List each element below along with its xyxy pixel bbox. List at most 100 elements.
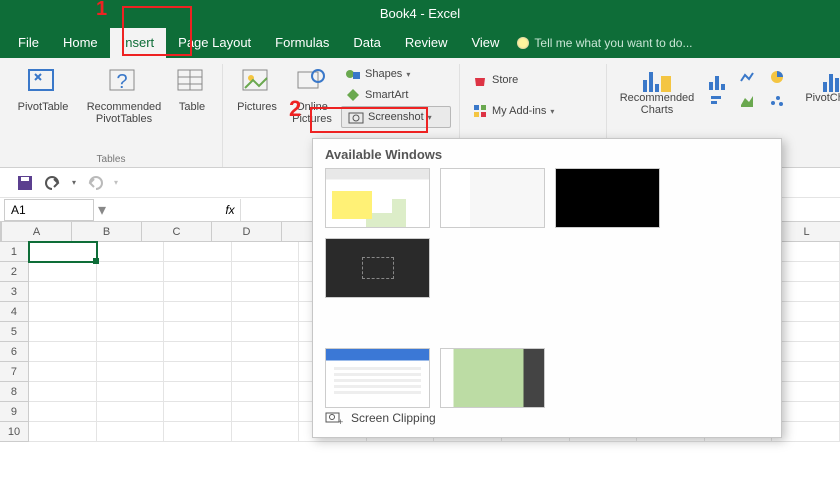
window-thumb[interactable] (325, 168, 430, 228)
cell-C8[interactable] (164, 382, 232, 402)
cell-C5[interactable] (164, 322, 232, 342)
window-thumb[interactable] (325, 348, 430, 408)
cell-C4[interactable] (164, 302, 232, 322)
cell-L4[interactable] (772, 302, 840, 322)
row-head-1[interactable]: 1 (0, 242, 29, 262)
smartart-button[interactable]: SmartArt (341, 85, 451, 105)
cell-B3[interactable] (97, 282, 165, 302)
cell-A3[interactable] (29, 282, 97, 302)
undo-dropdown-icon[interactable]: ▾ (72, 178, 76, 187)
tab-page-layout[interactable]: Page Layout (166, 28, 263, 58)
col-head-B[interactable]: B (72, 222, 142, 242)
col-head-A[interactable]: A (2, 222, 72, 242)
cell-B9[interactable] (97, 402, 165, 422)
cell-D7[interactable] (232, 362, 300, 382)
cell-C6[interactable] (164, 342, 232, 362)
cell-B6[interactable] (97, 342, 165, 362)
tab-home[interactable]: Home (51, 28, 110, 58)
row-head-2[interactable]: 2 (0, 262, 29, 282)
cell-L3[interactable] (772, 282, 840, 302)
cell-B2[interactable] (97, 262, 165, 282)
chart-hbar-button[interactable] (705, 90, 733, 112)
row-head-9[interactable]: 9 (0, 402, 29, 422)
cell-D2[interactable] (232, 262, 300, 282)
save-icon[interactable] (16, 174, 34, 192)
cell-A4[interactable] (29, 302, 97, 322)
online-pictures-button[interactable]: Online Pictures (285, 64, 339, 128)
cell-A5[interactable] (29, 322, 97, 342)
cell-B8[interactable] (97, 382, 165, 402)
tab-data[interactable]: Data (341, 28, 392, 58)
cell-L8[interactable] (772, 382, 840, 402)
recommended-charts-button[interactable]: Recommended Charts (615, 64, 699, 118)
chart-line-button[interactable] (735, 66, 763, 88)
cell-A7[interactable] (29, 362, 97, 382)
chart-bar-button[interactable] (705, 66, 733, 88)
cell-L10[interactable] (772, 422, 840, 442)
cell-D4[interactable] (232, 302, 300, 322)
cell-A2[interactable] (29, 262, 97, 282)
cell-C2[interactable] (164, 262, 232, 282)
chart-area-button[interactable] (735, 90, 763, 112)
cell-L9[interactable] (772, 402, 840, 422)
screen-clipping-button[interactable]: + Screen Clipping (325, 409, 436, 427)
cell-D5[interactable] (232, 322, 300, 342)
cell-D10[interactable] (232, 422, 300, 442)
redo-icon[interactable] (86, 174, 104, 192)
name-box-dropdown-icon[interactable]: ▾ (94, 200, 110, 220)
cell-C1[interactable] (164, 242, 232, 262)
window-thumb[interactable] (555, 168, 660, 228)
cell-B4[interactable] (97, 302, 165, 322)
pictures-button[interactable]: Pictures (231, 64, 283, 128)
myaddins-button[interactable]: My Add-ins▾ (468, 101, 598, 121)
cell-L7[interactable] (772, 362, 840, 382)
cell-B5[interactable] (97, 322, 165, 342)
store-button[interactable]: Store (468, 70, 598, 90)
cell-A8[interactable] (29, 382, 97, 402)
tab-formulas[interactable]: Formulas (263, 28, 341, 58)
redo-dropdown-icon[interactable]: ▾ (114, 178, 118, 187)
recommended-pivottables-button[interactable]: ? Recommended PivotTables (80, 64, 168, 127)
tab-view[interactable]: View (459, 28, 511, 58)
undo-icon[interactable] (44, 174, 62, 192)
cell-C9[interactable] (164, 402, 232, 422)
cell-D6[interactable] (232, 342, 300, 362)
row-head-10[interactable]: 10 (0, 422, 29, 442)
screenshot-button[interactable]: Screenshot▾ (341, 106, 451, 128)
cell-B10[interactable] (97, 422, 165, 442)
cell-C7[interactable] (164, 362, 232, 382)
cell-C3[interactable] (164, 282, 232, 302)
cell-L2[interactable] (772, 262, 840, 282)
cell-A1[interactable] (29, 242, 97, 262)
col-head-C[interactable]: C (142, 222, 212, 242)
chart-scatter-button[interactable] (765, 90, 793, 112)
cell-B7[interactable] (97, 362, 165, 382)
row-head-7[interactable]: 7 (0, 362, 29, 382)
chart-pie-button[interactable] (765, 66, 793, 88)
row-head-8[interactable]: 8 (0, 382, 29, 402)
window-thumb[interactable] (440, 348, 545, 408)
cell-A10[interactable] (29, 422, 97, 442)
window-thumb[interactable] (440, 168, 545, 228)
name-box[interactable]: A1 (4, 199, 94, 221)
row-head-5[interactable]: 5 (0, 322, 29, 342)
col-head-D[interactable]: D (212, 222, 282, 242)
pivotchart-button[interactable]: PivotChart (799, 64, 840, 118)
tab-review[interactable]: Review (393, 28, 460, 58)
cell-A9[interactable] (29, 402, 97, 422)
tab-insert[interactable]: Insert (110, 28, 167, 58)
shapes-button[interactable]: Shapes▾ (341, 64, 451, 84)
row-head-6[interactable]: 6 (0, 342, 29, 362)
cell-D1[interactable] (232, 242, 300, 262)
cell-D3[interactable] (232, 282, 300, 302)
fx-icon[interactable]: fx (220, 203, 240, 217)
tab-file[interactable]: File (6, 28, 51, 58)
cell-A6[interactable] (29, 342, 97, 362)
tell-me[interactable]: Tell me what you want to do... (517, 36, 692, 50)
window-thumb[interactable] (325, 238, 430, 298)
table-button[interactable]: Table (170, 64, 214, 127)
cell-D9[interactable] (232, 402, 300, 422)
cell-D8[interactable] (232, 382, 300, 402)
cell-B1[interactable] (97, 242, 165, 262)
row-head-3[interactable]: 3 (0, 282, 29, 302)
